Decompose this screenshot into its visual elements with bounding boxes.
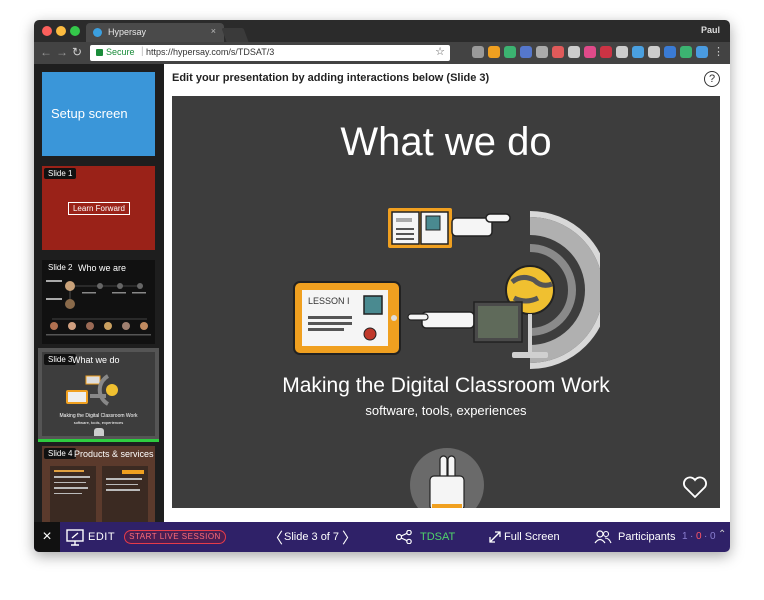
slide-badge: Slide 2 — [44, 262, 77, 273]
heart-icon[interactable] — [682, 476, 708, 500]
slide-tagline: software, tools, experiences — [365, 403, 527, 418]
count-separator: · — [690, 531, 694, 542]
count-separator: · — [704, 531, 708, 542]
next-slide-icon[interactable]: 〉 — [342, 527, 357, 548]
browser-extension-icon[interactable] — [568, 46, 580, 58]
service-card — [102, 466, 148, 524]
previous-slide-icon[interactable]: 〈 — [268, 527, 283, 548]
browser-extension-icon[interactable] — [632, 46, 644, 58]
share-icon[interactable] — [396, 530, 412, 544]
participants-icon[interactable] — [594, 530, 612, 544]
slide-thumbnail-tagline: software, tools, experiences — [73, 420, 124, 425]
url-text[interactable]: https://hypersay.com/s/TDSAT/3 — [146, 47, 274, 57]
hand-thumbnail-icon — [94, 428, 104, 436]
edit-label[interactable]: EDIT — [88, 531, 115, 543]
browser-extension-icon[interactable] — [648, 46, 660, 58]
tab-close-icon[interactable]: × — [211, 26, 216, 36]
url-separator: | — [141, 46, 144, 57]
classroom-illustration-thumbnail — [66, 374, 118, 406]
editor-area: Edit your presentation by adding interac… — [164, 64, 730, 522]
tablet-lesson-label: LESSON I — [308, 296, 350, 306]
title-bar: Hypersay × Paul — [34, 20, 730, 42]
slide-counter: Slide 3 of 7 — [284, 531, 340, 543]
back-arrow-icon[interactable]: ← — [40, 45, 52, 59]
slide-thumbnail-title: What we do — [72, 355, 120, 365]
browser-extension-icon[interactable] — [472, 46, 484, 58]
slide-thumbnail-3[interactable]: Slide 3 What we do Making the Digital Cl… — [42, 352, 155, 436]
slide-subtitle: Making the Digital Classroom Work — [282, 374, 610, 397]
slide-canvas[interactable]: What we do LESSON I Making the Digital C… — [172, 96, 720, 508]
address-bar[interactable]: Secure | https://hypersay.com/s/TDSAT/3 … — [90, 45, 450, 61]
slide-thumbnail-title: Products & services — [74, 449, 154, 459]
digital-classroom-illustration: LESSON I — [293, 208, 600, 369]
questions-count: 0 — [696, 531, 702, 542]
secure-label: Secure — [106, 47, 135, 57]
slide-badge: Slide 4 — [44, 448, 77, 459]
slide-title: What we do — [340, 120, 552, 164]
browser-tab[interactable]: Hypersay × — [86, 23, 224, 42]
learn-forward-logo: Learn Forward — [68, 202, 130, 215]
forward-arrow-icon[interactable]: → — [56, 45, 68, 59]
reactions-count: 0 — [710, 531, 716, 542]
setup-screen-label: Setup screen — [51, 106, 128, 121]
slide-thumbnail-2[interactable]: Slide 2 Who we are — [42, 260, 155, 344]
browser-extension-icon[interactable] — [520, 46, 532, 58]
browser-extension-icon[interactable] — [680, 46, 692, 58]
browser-extension-icon[interactable] — [488, 46, 500, 58]
start-live-session-button[interactable]: START LIVE SESSION — [124, 530, 226, 544]
lock-icon — [96, 49, 103, 56]
close-presenter-icon[interactable]: × — [34, 522, 60, 552]
slide-thumbnail-4[interactable]: Slide 4 Products & services — [42, 446, 155, 530]
slide-thumbnail-subtitle: Making the Digital Classroom Work — [59, 413, 138, 419]
browser-extension-icon[interactable] — [504, 46, 516, 58]
browser-extension-icon[interactable] — [696, 46, 708, 58]
participants-label[interactable]: Participants — [618, 531, 675, 543]
browser-extension-icon[interactable] — [536, 46, 548, 58]
participants-count: 1 — [682, 531, 688, 542]
presenter-bar: × EDIT START LIVE SESSION 〈 Slide 3 of 7… — [34, 522, 730, 552]
session-code[interactable]: TDSAT — [420, 531, 455, 543]
help-icon[interactable]: ? — [704, 71, 720, 87]
reload-icon[interactable]: ↻ — [72, 45, 82, 59]
raised-hand-icon — [429, 455, 465, 508]
product-card — [50, 466, 96, 524]
browser-extension-icon[interactable] — [600, 46, 612, 58]
editor-heading: Edit your presentation by adding interac… — [172, 72, 490, 84]
edit-slides-icon[interactable] — [66, 528, 84, 546]
extension-icons — [472, 46, 708, 60]
slide-thumbnail-title: Who we are — [78, 263, 127, 273]
fullscreen-icon[interactable] — [488, 530, 502, 544]
slide-badge: Slide 1 — [44, 168, 77, 179]
browser-menu-icon[interactable]: ⋮ — [713, 45, 724, 58]
browser-toolbar: ← → ↻ Secure | https://hypersay.com/s/TD… — [34, 42, 730, 64]
slide-thumbnail-1[interactable]: Slide 1 Learn Forward — [42, 166, 155, 250]
bookmark-star-icon[interactable]: ☆ — [435, 45, 445, 58]
new-tab-button[interactable] — [221, 28, 249, 42]
profile-name[interactable]: Paul — [701, 25, 720, 35]
setup-screen-thumbnail[interactable]: Setup screen — [42, 72, 155, 156]
browser-window: Hypersay × Paul ← → ↻ Secure | https://h… — [34, 20, 730, 552]
browser-extension-icon[interactable] — [616, 46, 628, 58]
tab-title: Hypersay — [108, 27, 147, 37]
raise-hand-button[interactable] — [410, 448, 484, 508]
chevron-up-icon[interactable]: ⌃ — [718, 529, 726, 540]
minimize-window-button[interactable] — [56, 26, 66, 36]
hypersay-favicon-icon — [93, 28, 102, 37]
browser-extension-icon[interactable] — [584, 46, 596, 58]
browser-extension-icon[interactable] — [552, 46, 564, 58]
active-slide-highlight: Slide 3 What we do Making the Digital Cl… — [38, 348, 159, 442]
team-diagram-thumbnail — [46, 280, 151, 336]
close-window-button[interactable] — [42, 26, 52, 36]
browser-extension-icon[interactable] — [664, 46, 676, 58]
fullscreen-label[interactable]: Full Screen — [504, 531, 560, 543]
maximize-window-button[interactable] — [70, 26, 80, 36]
slide-sidebar: Setup screen Slide 1 Learn Forward Slide… — [34, 64, 164, 530]
